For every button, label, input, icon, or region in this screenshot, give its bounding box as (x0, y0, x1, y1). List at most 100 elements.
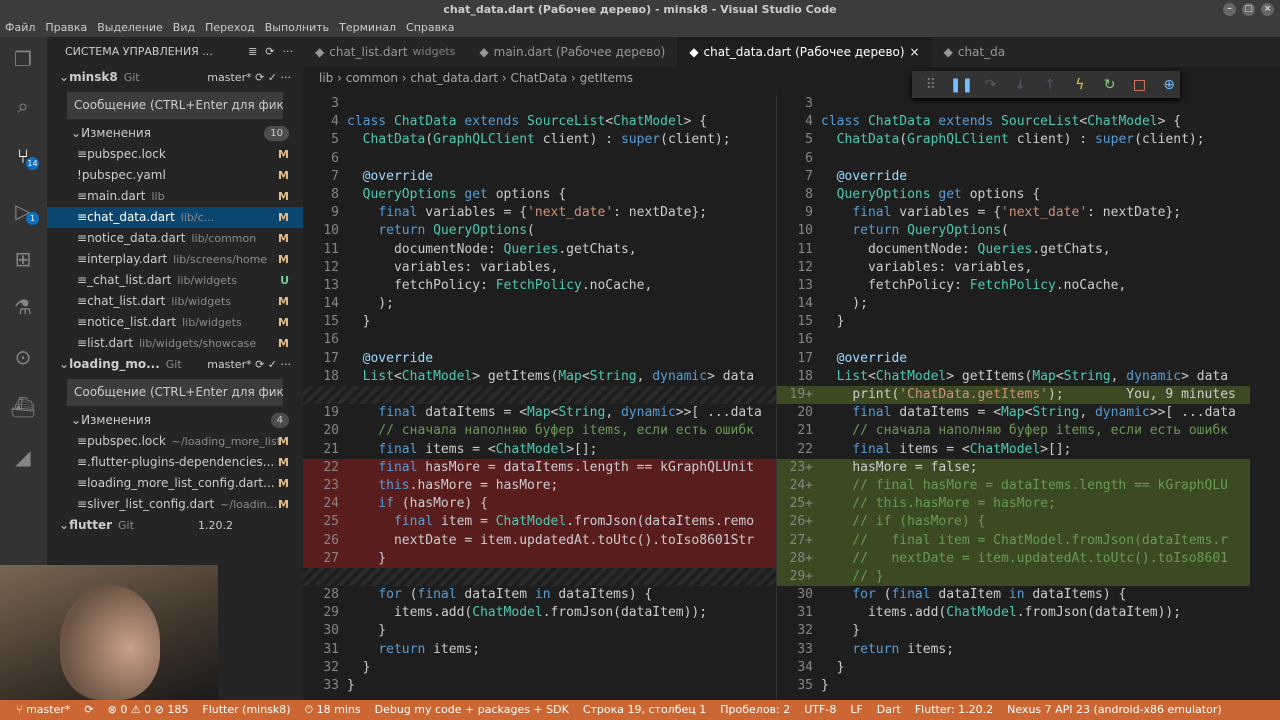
search-icon[interactable]: ⌕ (9, 92, 37, 120)
file-item[interactable]: ≡ notice_data.dart lib/common M (47, 228, 303, 249)
file-item[interactable]: ≡ _chat_list.dart lib/widgets U (47, 270, 303, 291)
code-line[interactable]: 30 for (final dataItem in dataItems) { (777, 586, 1250, 604)
file-item[interactable]: ≡ list.dart lib/widgets/showcase M (47, 333, 303, 354)
code-line[interactable]: 28+ // nextDate = item.updatedAt.toUtc()… (777, 549, 1250, 568)
flutter-icon[interactable]: ◢ (9, 443, 37, 471)
file-item[interactable]: ≡ notice_list.dart lib/widgets M (47, 312, 303, 333)
code-line[interactable]: 15 } (303, 313, 776, 331)
status-item[interactable]: Dart (877, 700, 901, 720)
menu-item[interactable]: Выделение (92, 19, 168, 37)
repo-flutter[interactable]: ⌄ flutter Git 1.20.2 (47, 515, 303, 536)
code-line[interactable]: 18 List<ChatModel> getItems(Map<String, … (303, 368, 776, 386)
code-line[interactable]: 25 final item = ChatModel.fromJson(dataI… (303, 513, 776, 532)
status-item[interactable]: ⏱ 18 mins (305, 700, 361, 720)
status-item[interactable]: Flutter (minsk8) (202, 700, 290, 720)
menu-item[interactable]: Выполнить (260, 19, 334, 37)
status-item[interactable]: LF (850, 700, 862, 720)
step-over-icon[interactable]: ↷ (980, 77, 1002, 93)
pause-icon[interactable]: ❚❚ (950, 77, 973, 93)
window-controls[interactable]: – □ × (1223, 3, 1274, 16)
code-line[interactable]: 31 return items; (303, 641, 776, 659)
code-line[interactable]: 26 nextDate = item.updatedAt.toUtc().toI… (303, 531, 776, 550)
editor-tab[interactable]: ◆ main.dart (Рабочее дерево) (467, 37, 677, 67)
status-item[interactable]: ⑂ master* (16, 700, 70, 720)
code-line[interactable]: 26+ // if (hasMore) { (777, 513, 1250, 532)
code-line[interactable]: 21 final items = <ChatModel>[]; (303, 441, 776, 459)
menu-item[interactable]: Файл (0, 19, 40, 37)
code-line[interactable]: 11 documentNode: Queries.getChats, (777, 241, 1250, 259)
maximize-icon[interactable]: □ (1242, 3, 1255, 16)
status-item[interactable]: UTF-8 (804, 700, 836, 720)
source-control-icon[interactable]: ⑂ 14 (9, 142, 39, 170)
hot-reload-icon[interactable]: ϟ (1069, 77, 1091, 93)
code-line[interactable]: 33 return items; (777, 641, 1250, 659)
code-line[interactable]: 19+ print('ChatData.getItems'); You, 9 m… (777, 386, 1250, 405)
more-icon[interactable]: ··· (283, 37, 294, 67)
code-line[interactable]: 18 List<ChatModel> getItems(Map<String, … (777, 368, 1250, 386)
menu-item[interactable]: Терминал (334, 19, 401, 37)
code-line[interactable]: 32 } (303, 659, 776, 677)
menu-item[interactable]: Правка (40, 19, 92, 37)
file-item[interactable]: ≡ .flutter-plugins-dependencies... M (47, 452, 303, 473)
run-debug-icon[interactable]: ▷ 1 (9, 197, 39, 225)
file-item[interactable]: ≡ interplay.dart lib/screens/home M (47, 249, 303, 270)
code-line[interactable]: 5 ChatData(GraphQLClient client) : super… (303, 131, 776, 149)
code-line[interactable]: 14 ); (303, 295, 776, 313)
menu-item[interactable]: Вид (168, 19, 200, 37)
file-item[interactable]: ! pubspec.yaml M (47, 165, 303, 186)
commit-message-input[interactable]: Сообщение (CTRL+Enter для фикс... (67, 92, 283, 119)
code-line[interactable]: 10 return QueryOptions( (303, 222, 776, 240)
code-line[interactable]: 14 ); (777, 295, 1250, 313)
code-line[interactable]: 27+ // final item = ChatModel.fromJson(d… (777, 531, 1250, 550)
refresh-icon[interactable]: ⟳ (265, 37, 274, 67)
file-item[interactable]: ≡ main.dart lib M (47, 186, 303, 207)
code-line[interactable]: 15 } (777, 313, 1250, 331)
code-line[interactable]: 17 @override (303, 350, 776, 368)
code-line[interactable]: 33} (303, 677, 776, 695)
restart-icon[interactable]: ↻ (1099, 77, 1121, 93)
file-item[interactable]: ≡ pubspec.lock M (47, 144, 303, 165)
code-line[interactable]: 16 (303, 331, 776, 349)
code-line[interactable]: 35} (777, 677, 1250, 695)
status-item[interactable]: ⊗ 0 ⚠ 0 ⊘ 185 (108, 700, 189, 720)
code-line[interactable]: 24 if (hasMore) { (303, 495, 776, 514)
code-line[interactable]: 22 final items = <ChatModel>[]; (777, 441, 1250, 459)
code-line[interactable]: 23 this.hasMore = hasMore; (303, 476, 776, 496)
menu-item[interactable]: Справка (401, 19, 459, 37)
status-item[interactable]: Debug my code + packages + SDK (375, 700, 569, 720)
commit-message-input[interactable]: Сообщение (CTRL+Enter для фикс... (67, 379, 283, 406)
code-line[interactable]: 22 final hasMore = dataItems.length == k… (303, 458, 776, 477)
code-line[interactable]: 17 @override (777, 350, 1250, 368)
explorer-icon[interactable]: ❐ (9, 45, 37, 73)
code-line[interactable]: 32 } (777, 622, 1250, 640)
close-icon[interactable]: × (1261, 3, 1274, 16)
code-line[interactable]: 20 final dataItems = <Map<String, dynami… (777, 404, 1250, 422)
branch-label[interactable]: master* ⟳ ✓ ··· (207, 354, 291, 375)
minimize-icon[interactable]: – (1223, 3, 1236, 16)
code-line[interactable]: 7 @override (303, 168, 776, 186)
code-line[interactable]: 7 @override (777, 168, 1250, 186)
stop-icon[interactable]: □ (1129, 77, 1151, 93)
code-line[interactable]: 27 } (303, 549, 776, 568)
code-line[interactable]: 25+ // this.hasMore = hasMore; (777, 495, 1250, 514)
code-line[interactable]: 19 final dataItems = <Map<String, dynami… (303, 404, 776, 422)
editor-tab[interactable]: ◆ chat_data.dart (Рабочее дерево) × (677, 37, 932, 67)
code-line[interactable]: 13 fetchPolicy: FetchPolicy.noCache, (303, 277, 776, 295)
extensions-icon[interactable]: ⊞ (9, 245, 37, 273)
code-line[interactable] (303, 567, 776, 587)
file-item[interactable]: ≡ loading_more_list_config.dart... M (47, 473, 303, 494)
diff-original-pane[interactable]: 3 4 class ChatData extends SourceList<Chat… (303, 95, 776, 700)
code-line[interactable]: 6 (777, 150, 1250, 168)
code-line[interactable]: 4 class ChatData extends SourceList<ChatM… (303, 113, 776, 131)
code-line[interactable]: 28 for (final dataItem in dataItems) { (303, 586, 776, 604)
step-out-icon[interactable]: ↑ (1039, 77, 1061, 93)
git-graph-icon[interactable]: ⊙ (9, 343, 37, 371)
code-line[interactable]: 12 variables: variables, (303, 259, 776, 277)
code-line[interactable]: 5 ChatData(GraphQLClient client) : super… (777, 131, 1250, 149)
code-line[interactable]: 21 // сначала наполняю буфер items, если… (777, 422, 1250, 440)
docker-icon[interactable]: ⛴ (9, 393, 37, 421)
code-line[interactable]: 10 return QueryOptions( (777, 222, 1250, 240)
status-item[interactable]: Flutter: 1.20.2 (915, 700, 993, 720)
diff-modified-pane[interactable]: 3 4 class ChatData extends SourceList<Chat… (776, 95, 1250, 700)
status-item[interactable]: Строка 19, столбец 1 (583, 700, 706, 720)
